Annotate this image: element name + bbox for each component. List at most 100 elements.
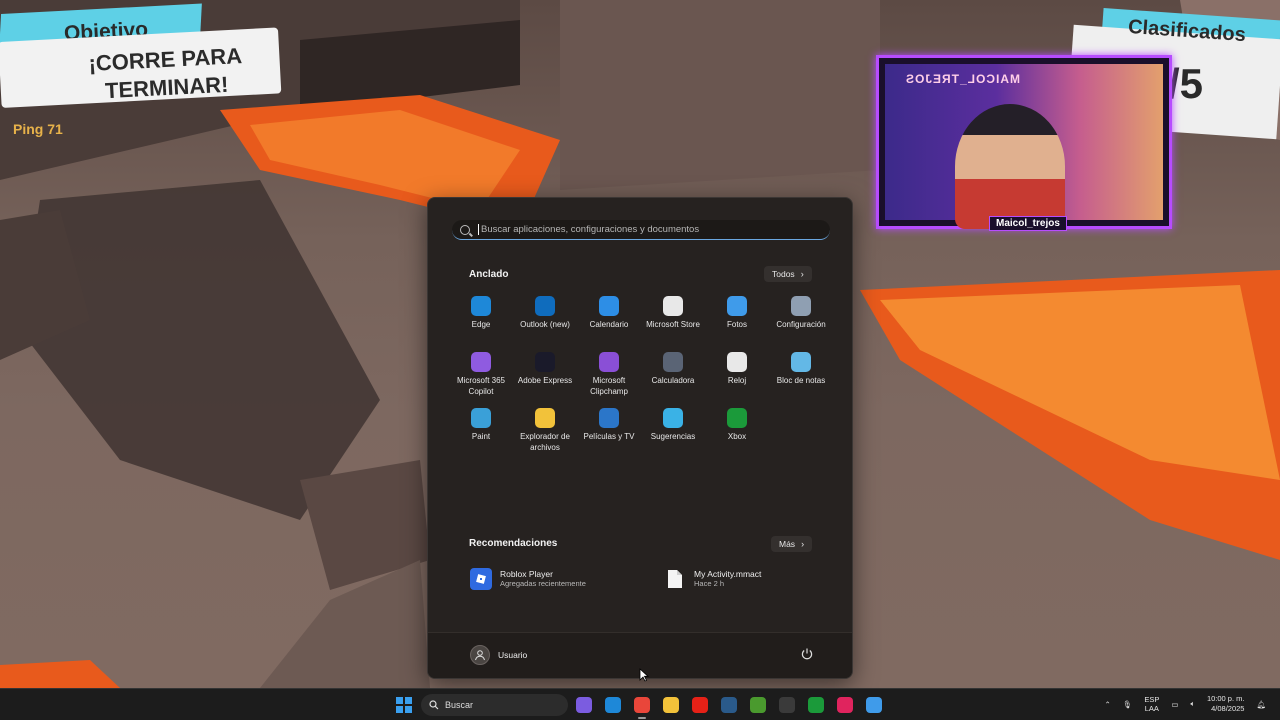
taskbar-apps xyxy=(572,693,886,719)
ping-indicator: Ping 71 xyxy=(13,121,63,137)
clock-icon xyxy=(727,352,747,372)
xbox-icon[interactable] xyxy=(804,693,828,717)
pinned-app-label: Microsoft Store xyxy=(646,320,700,329)
pinned-app-reloj[interactable]: Reloj xyxy=(705,352,769,408)
photos-icon-glyph xyxy=(866,697,882,713)
pinned-app-label: Microsoft Clipchamp xyxy=(590,376,628,396)
start-search-bar[interactable] xyxy=(452,220,830,240)
recommended-item-sub: Agregadas recientemente xyxy=(500,579,586,588)
pinned-app-peliculas-y-tv[interactable]: Películas y TV xyxy=(577,408,641,464)
edge-icon-glyph xyxy=(605,697,621,713)
folder-icon xyxy=(535,408,555,428)
microphone-icon[interactable]: 🎙︎ xyxy=(1123,700,1133,709)
notifications-icon[interactable]: 🔔︎ xyxy=(1256,700,1266,709)
gear-icon xyxy=(791,296,811,316)
chrome-icon-glyph xyxy=(634,697,650,713)
user-account-button[interactable]: Usuario xyxy=(470,645,527,665)
outlook-icon xyxy=(535,296,555,316)
user-name: Usuario xyxy=(498,650,528,660)
pinned-app-label: Películas y TV xyxy=(583,432,635,441)
more-button[interactable]: Más › xyxy=(771,536,813,552)
power-icon[interactable] xyxy=(800,647,814,661)
edge-icon xyxy=(471,296,491,316)
pinned-app-label: Calculadora xyxy=(651,376,695,385)
pinned-app-outlook-new[interactable]: Outlook (new) xyxy=(513,296,577,352)
pinned-app-label: Outlook (new) xyxy=(520,320,570,329)
chevron-right-icon: › xyxy=(801,539,805,549)
pinned-app-label: Paint xyxy=(471,432,491,441)
pinned-app-fotos[interactable]: Fotos xyxy=(705,296,769,352)
language-top: ESP xyxy=(1144,695,1160,704)
recommended-item-name: Roblox Player xyxy=(500,569,553,579)
clock-date: 4/08/2025 xyxy=(1211,704,1245,713)
all-apps-button[interactable]: Todos › xyxy=(764,266,812,282)
obs-icon[interactable] xyxy=(775,693,799,717)
taskbar: Buscar ⌃ 🎙︎ ESP LAA ▭ 🔈︎ 10:00 p. m. 4/0… xyxy=(0,688,1280,720)
youtube-icon[interactable] xyxy=(688,693,712,717)
pinned-app-microsoft-365-copilot[interactable]: Microsoft 365 Copilot xyxy=(449,352,513,408)
copilot-icon xyxy=(471,352,491,372)
start-menu: Anclado Todos › Edge Outlook (new) Calenda… xyxy=(427,197,853,679)
pinned-app-label: Adobe Express xyxy=(517,376,573,385)
pinned-app-label: Sugerencias xyxy=(650,432,696,441)
pinned-app-label: Reloj xyxy=(727,376,747,385)
photos-icon xyxy=(727,296,747,316)
objective-text: ¡CORRE PARA TERMINAR! xyxy=(87,43,243,104)
recommended-item-roblox[interactable]: Roblox Player Agregadas recientemente xyxy=(470,568,586,590)
minecraft-icon-glyph xyxy=(750,697,766,713)
language-indicator[interactable]: ESP LAA xyxy=(1144,695,1159,713)
chevron-up-icon[interactable]: ⌃ xyxy=(1105,700,1111,709)
chrome-icon[interactable] xyxy=(630,693,654,719)
copilot-icon[interactable] xyxy=(572,693,596,717)
mouse-cursor-icon xyxy=(639,668,649,682)
roblox-icon xyxy=(470,568,492,590)
file-icon xyxy=(664,568,686,590)
pinned-app-paint[interactable]: Paint xyxy=(449,408,513,464)
pinned-app-label: Explorador de archivos xyxy=(520,432,570,452)
pinned-app-xbox[interactable]: Xbox xyxy=(705,408,769,464)
pinned-app-sugerencias[interactable]: Sugerencias xyxy=(641,408,705,464)
windows-start-icon[interactable] xyxy=(396,697,412,713)
streamer-name: Maicol_trejos xyxy=(989,216,1067,231)
volume-icon[interactable]: 🔈︎ xyxy=(1190,699,1195,709)
pinned-app-edge[interactable]: Edge xyxy=(449,296,513,352)
store-icon xyxy=(663,296,683,316)
pinned-app-calculadora[interactable]: Calculadora xyxy=(641,352,705,408)
pinned-app-adobe-express[interactable]: Adobe Express xyxy=(513,352,577,408)
language-bottom: LAA xyxy=(1144,704,1159,713)
start-search-input[interactable] xyxy=(478,224,808,235)
pinned-app-label: Configuración xyxy=(776,320,826,329)
taskbar-search[interactable]: Buscar xyxy=(421,694,568,716)
xbox-icon-glyph xyxy=(808,697,824,713)
pinned-app-label: Xbox xyxy=(727,432,747,441)
paint-icon xyxy=(471,408,491,428)
steam-icon[interactable] xyxy=(717,693,741,717)
network-icon[interactable]: ▭ xyxy=(1171,700,1178,709)
tiktok-icon[interactable] xyxy=(833,693,857,717)
search-icon xyxy=(429,700,439,710)
calendar-icon xyxy=(599,296,619,316)
folder-icon[interactable] xyxy=(659,693,683,717)
steam-icon-glyph xyxy=(721,697,737,713)
clock[interactable]: 10:00 p. m. 4/08/2025 xyxy=(1207,694,1245,714)
calculator-icon xyxy=(663,352,683,372)
recommended-section-title: Recomendaciones xyxy=(469,538,558,549)
tips-icon xyxy=(663,408,683,428)
obs-icon-glyph xyxy=(779,697,795,713)
pinned-app-configuracion[interactable]: Configuración xyxy=(769,296,833,352)
pinned-app-bloc-de-notas[interactable]: Bloc de notas xyxy=(769,352,833,408)
recommended-item-activity-file[interactable]: My Activity.mmact Hace 2 h xyxy=(664,568,761,590)
pinned-app-label: Edge xyxy=(471,320,491,329)
pinned-app-explorador-de-archivos[interactable]: Explorador de archivos xyxy=(513,408,577,464)
webcam-feed: MAICOL_TREJOS xyxy=(885,64,1163,229)
pinned-app-microsoft-store[interactable]: Microsoft Store xyxy=(641,296,705,352)
photos-icon[interactable] xyxy=(862,693,886,717)
youtube-icon-glyph xyxy=(692,697,708,713)
ranking-count: /5 xyxy=(1168,60,1204,107)
all-apps-label: Todos xyxy=(772,269,795,279)
pinned-app-microsoft-clipchamp[interactable]: Microsoft Clipchamp xyxy=(577,352,641,408)
minecraft-icon[interactable] xyxy=(746,693,770,717)
edge-icon[interactable] xyxy=(601,693,625,717)
pinned-app-calendario[interactable]: Calendario xyxy=(577,296,641,352)
clock-time: 10:00 p. m. xyxy=(1206,694,1245,703)
